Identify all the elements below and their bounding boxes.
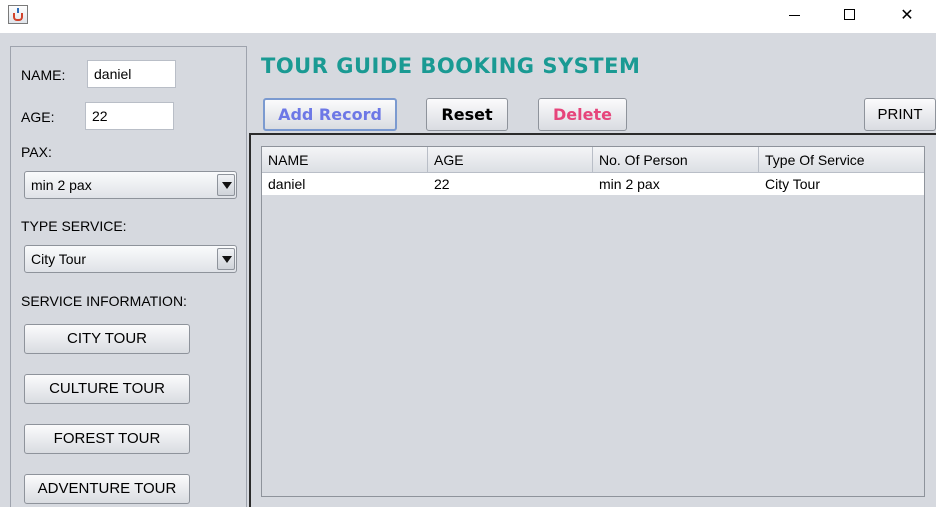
service-selected-value: City Tour [31,251,86,267]
chevron-down-icon[interactable] [217,248,235,270]
minimize-button[interactable] [771,0,817,32]
cell-name: daniel [268,176,306,192]
column-header-service[interactable]: Type Of Service [759,147,924,173]
maximize-button[interactable] [826,0,872,32]
close-button[interactable]: ✕ [884,0,930,32]
cell-service: City Tour [765,176,820,192]
minimize-icon [789,15,800,16]
column-header-name[interactable]: NAME [262,147,428,173]
table-header: NAME AGE No. Of Person Type Of Service [262,147,924,173]
cell-age: 22 [434,176,450,192]
age-field[interactable]: 22 [85,102,174,130]
pax-dropdown[interactable]: min 2 pax [24,171,237,199]
page-title: TOUR GUIDE BOOKING SYSTEM [261,54,641,78]
java-app-icon [8,5,28,24]
print-button[interactable]: PRINT [864,98,936,131]
column-header-persons[interactable]: No. Of Person [593,147,759,173]
adventure-tour-button[interactable]: ADVENTURE TOUR [24,474,190,504]
maximize-icon [844,9,855,20]
delete-button[interactable]: Delete [538,98,627,131]
age-label: AGE: [21,109,55,125]
chevron-down-icon[interactable] [217,174,235,196]
reset-button[interactable]: Reset [426,98,508,131]
service-information-label: SERVICE INFORMATION: [21,293,187,309]
cell-persons: min 2 pax [599,176,660,192]
forest-tour-button[interactable]: FOREST TOUR [24,424,190,454]
add-record-button[interactable]: Add Record [263,98,397,131]
service-dropdown[interactable]: City Tour [24,245,237,273]
pax-label: PAX: [21,144,52,160]
name-label: NAME: [21,67,66,83]
column-header-age[interactable]: AGE [428,147,593,173]
records-table[interactable]: NAME AGE No. Of Person Type Of Service d… [261,146,925,497]
table-row[interactable]: daniel 22 min 2 pax City Tour [262,173,924,195]
window-titlebar: ✕ [0,0,936,33]
pax-selected-value: min 2 pax [31,177,92,193]
city-tour-button[interactable]: CITY TOUR [24,324,190,354]
name-field[interactable]: daniel [87,60,176,88]
type-service-label: TYPE SERVICE: [21,218,127,234]
culture-tour-button[interactable]: CULTURE TOUR [24,374,190,404]
